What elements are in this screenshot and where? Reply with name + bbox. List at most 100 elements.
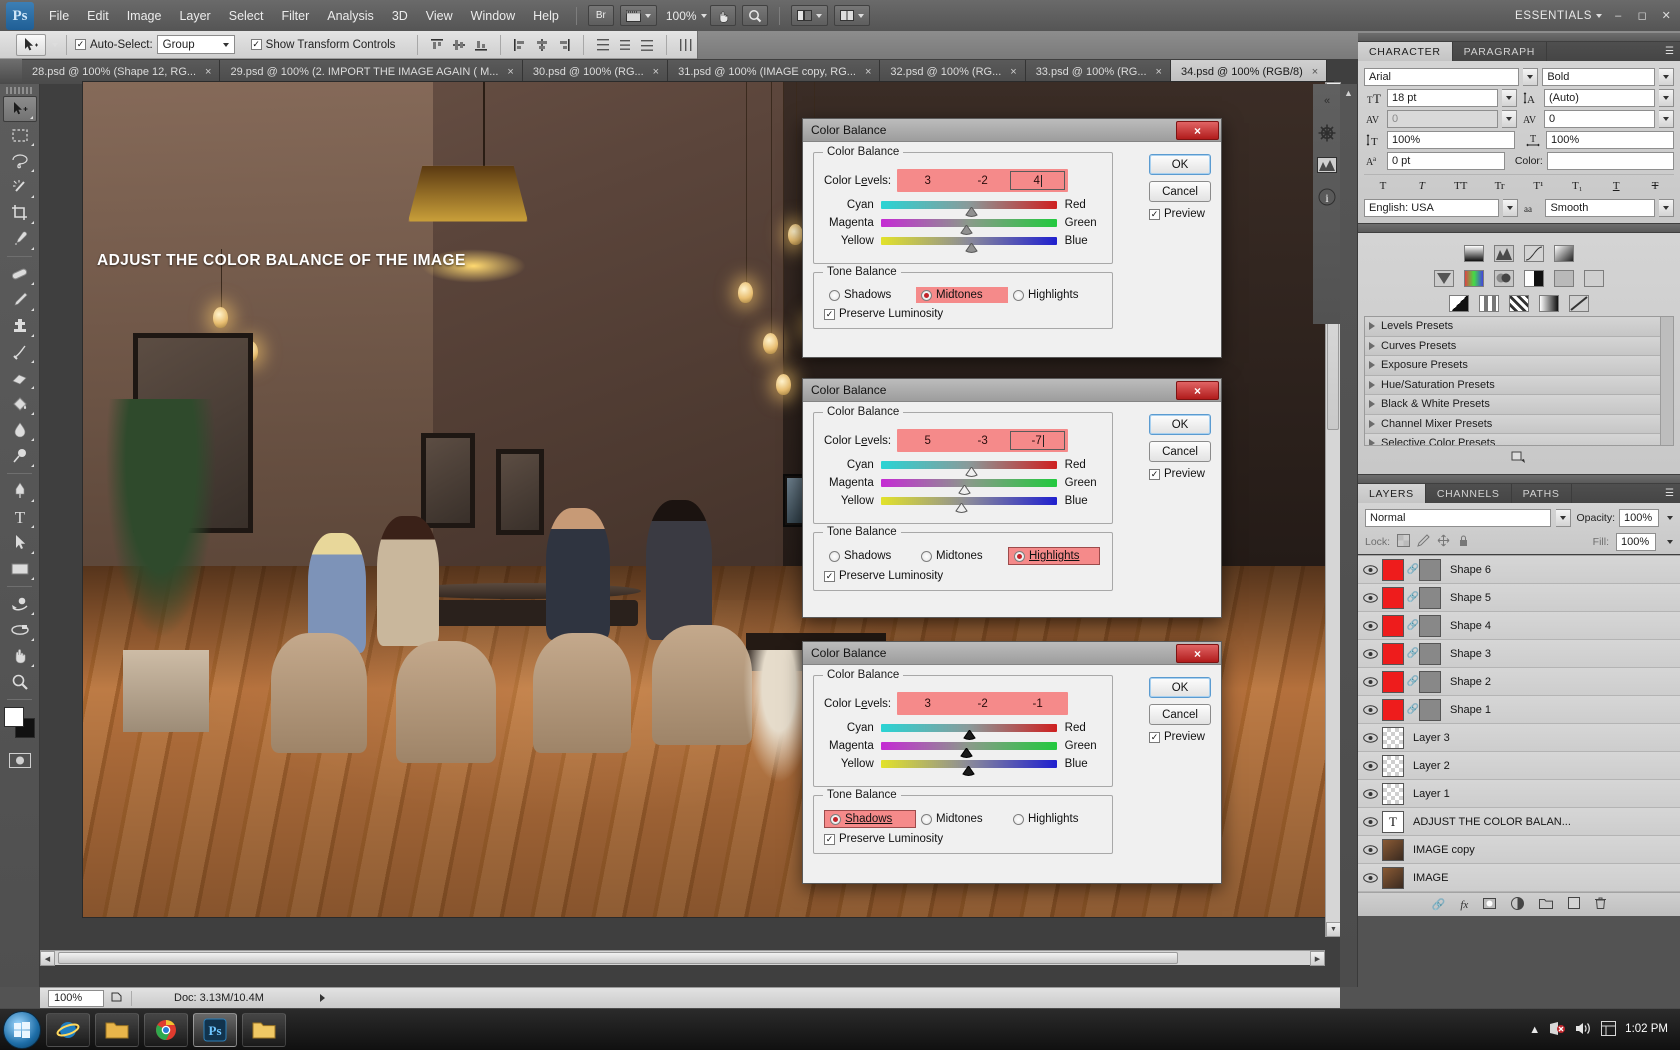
magic-wand-tool[interactable] <box>3 174 37 200</box>
layer-thumbnail[interactable] <box>1382 838 1404 861</box>
hand-tool[interactable] <box>3 643 37 669</box>
align-left-edges-icon[interactable] <box>510 35 530 55</box>
table-row[interactable]: T ADJUST THE COLOR BALAN... <box>1358 808 1680 836</box>
color-level-red-input[interactable]: 3 <box>900 694 955 713</box>
table-row[interactable]: 🔗 Shape 2 <box>1358 668 1680 696</box>
new-group-icon[interactable] <box>1539 898 1554 912</box>
scroll-down-arrow-icon[interactable]: ▼ <box>1326 922 1341 937</box>
layer-visibility-eye-icon[interactable] <box>1358 872 1382 883</box>
collapse-panels-icon[interactable]: « <box>1316 90 1338 112</box>
auto-select-checkbox[interactable]: ✓ <box>75 39 86 50</box>
document-tab-30[interactable]: 30.psd @ 100% (RG... × <box>522 60 669 84</box>
tone-shadows-radio[interactable]: Shadows <box>824 287 916 303</box>
text-color-swatch[interactable] <box>1546 152 1674 170</box>
view-extras-button[interactable] <box>619 5 657 26</box>
volume-icon[interactable] <box>1575 1021 1592 1039</box>
tone-highlights-radio[interactable]: Highlights <box>1008 547 1100 565</box>
font-size-chevron-icon[interactable] <box>1502 89 1517 107</box>
layer-thumbnail[interactable]: T <box>1382 810 1404 833</box>
opacity-chevron-icon[interactable] <box>1667 516 1673 520</box>
color-level-green-input[interactable]: -2 <box>955 694 1010 713</box>
tab-channels[interactable]: CHANNELS <box>1426 484 1512 503</box>
magenta-green-slider-knob[interactable] <box>960 747 973 759</box>
tab-close-icon[interactable]: × <box>1156 66 1162 78</box>
distribute-vertical-centers-icon[interactable] <box>615 35 635 55</box>
preserve-luminosity-checkbox[interactable]: ✓ <box>824 833 835 845</box>
rectangle-tool[interactable] <box>3 556 37 582</box>
exposure-icon[interactable] <box>1554 245 1574 262</box>
preset-channel-mixer[interactable]: Channel Mixer Presets <box>1365 414 1673 434</box>
layer-name[interactable]: Shape 4 <box>1444 620 1491 632</box>
tone-midtones-radio[interactable]: Midtones <box>916 548 1008 564</box>
cyan-red-slider-knob[interactable] <box>965 206 978 218</box>
layer-thumbnail[interactable] <box>1382 614 1404 637</box>
horizontal-type-tool[interactable]: T <box>3 504 37 530</box>
zoom-chevron-down-icon[interactable] <box>700 13 707 18</box>
lock-position-icon[interactable] <box>1437 534 1450 550</box>
menu-3d[interactable]: 3D <box>383 5 417 27</box>
delete-layer-icon[interactable] <box>1595 897 1607 912</box>
ok-button[interactable]: OK <box>1149 677 1211 698</box>
crop-tool[interactable] <box>3 200 37 226</box>
dialog-title-bar[interactable]: Color Balance × <box>803 642 1221 665</box>
layer-visibility-eye-icon[interactable] <box>1358 620 1382 631</box>
tab-close-icon[interactable]: × <box>865 66 871 78</box>
preset-exposure[interactable]: Exposure Presets <box>1365 356 1673 376</box>
tone-shadows-radio[interactable]: Shadows <box>824 548 916 564</box>
tab-paths[interactable]: PATHS <box>1512 484 1572 503</box>
layer-thumbnail[interactable] <box>1382 782 1404 805</box>
magenta-green-slider[interactable] <box>880 219 1057 235</box>
gradient-map-icon[interactable] <box>1539 295 1559 312</box>
tool-preset-chevron-icon[interactable] <box>52 42 58 47</box>
layer-mask-thumbnail[interactable] <box>1419 642 1441 665</box>
color-level-green-input[interactable]: -3 <box>955 431 1010 450</box>
distribute-top-edges-icon[interactable] <box>593 35 613 55</box>
faux-bold-button[interactable]: T <box>1364 177 1402 194</box>
taskbar-photoshop-icon[interactable]: Ps <box>193 1012 237 1047</box>
brightness-contrast-icon[interactable] <box>1464 245 1484 262</box>
layer-mask-thumbnail[interactable] <box>1419 698 1441 721</box>
cyan-red-slider[interactable] <box>880 201 1057 217</box>
layer-visibility-eye-icon[interactable] <box>1358 788 1382 799</box>
table-row[interactable]: 🔗 Shape 1 <box>1358 696 1680 724</box>
preset-black-white[interactable]: Black & White Presets <box>1365 395 1673 415</box>
layer-thumbnail[interactable] <box>1382 558 1404 581</box>
blur-tool[interactable] <box>3 417 37 443</box>
font-family-chevron-icon[interactable] <box>1523 68 1539 86</box>
info-panel-icon[interactable]: i <box>1316 186 1338 208</box>
dodge-tool[interactable] <box>3 443 37 469</box>
align-vertical-centers-icon[interactable] <box>449 35 469 55</box>
expand-dock-icon[interactable]: ▲ <box>1340 84 1357 98</box>
layer-link-icon[interactable]: 🔗 <box>1407 676 1419 687</box>
layer-visibility-eye-icon[interactable] <box>1358 816 1382 827</box>
rectangular-marquee-tool[interactable] <box>3 122 37 148</box>
taskbar-internet-explorer-icon[interactable] <box>46 1012 90 1047</box>
bridge-button[interactable]: Br <box>587 5 614 26</box>
menu-file[interactable]: File <box>40 5 78 27</box>
menu-select[interactable]: Select <box>220 5 273 27</box>
tone-highlights-radio[interactable]: Highlights <box>1008 811 1100 827</box>
preview-checkbox[interactable]: ✓ <box>1149 208 1160 220</box>
maximize-button[interactable]: ◻ <box>1635 9 1650 22</box>
color-balance-icon[interactable] <box>1494 270 1514 287</box>
color-level-red-input[interactable]: 3 <box>900 171 955 190</box>
taskbar-chrome-icon[interactable] <box>144 1012 188 1047</box>
tone-shadows-radio[interactable]: Shadows <box>824 810 916 828</box>
lock-all-icon[interactable] <box>1457 534 1470 550</box>
horizontal-scroll-thumb[interactable] <box>58 952 1178 964</box>
preserve-luminosity-row[interactable]: ✓ Preserve Luminosity <box>824 308 1102 320</box>
font-style-chevron-icon[interactable] <box>1659 68 1674 86</box>
subscript-button[interactable]: T₁ <box>1558 177 1596 194</box>
layer-name[interactable]: ADJUST THE COLOR BALAN... <box>1407 816 1571 828</box>
align-horizontal-centers-icon[interactable] <box>532 35 552 55</box>
layer-visibility-eye-icon[interactable] <box>1358 648 1382 659</box>
preserve-luminosity-checkbox[interactable]: ✓ <box>824 570 835 582</box>
selective-color-icon[interactable] <box>1569 295 1589 312</box>
zoom-tool-button[interactable] <box>741 5 768 26</box>
underline-button[interactable]: T <box>1597 177 1635 194</box>
menu-layer[interactable]: Layer <box>170 5 219 27</box>
layer-thumbnail[interactable] <box>1382 586 1404 609</box>
color-swatches[interactable] <box>3 706 37 740</box>
document-tab-29[interactable]: 29.psd @ 100% (2. IMPORT THE IMAGE AGAIN… <box>220 60 523 84</box>
blend-mode-chevron-icon[interactable] <box>1556 509 1572 527</box>
